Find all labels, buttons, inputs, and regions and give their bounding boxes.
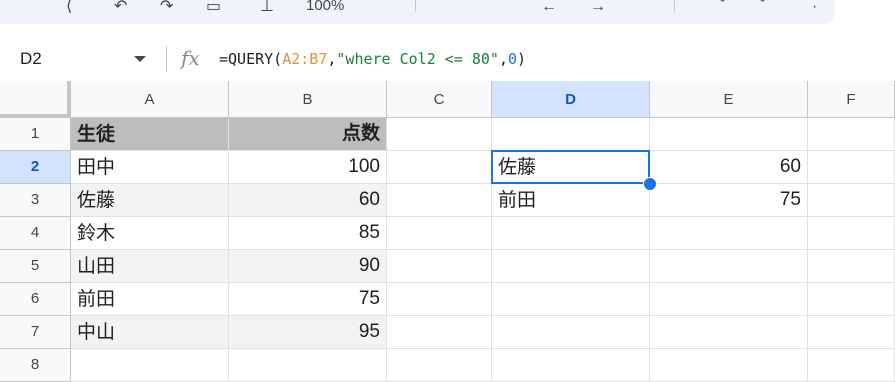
row-header-5[interactable]: 5 [0, 250, 71, 283]
cell-a2[interactable]: 田中 [71, 151, 229, 184]
row-header-7[interactable]: 7 [0, 316, 71, 349]
spreadsheet-grid[interactable]: A B C D E F 1 生徒 点数 2 田中 100 佐藤 60 3 佐藤 60 前田 75 4 鈴木 85 5 山田 90… [0, 81, 895, 382]
formula-bar: D2 fx =QUERY(A2:B7,"where Col2 <= 80",0) [0, 37, 895, 82]
cell-d2[interactable]: 佐藤 [492, 151, 650, 184]
more-icon[interactable]: · [812, 0, 817, 14]
cell-f4[interactable] [808, 217, 895, 250]
cell-b4[interactable]: 85 [229, 217, 387, 250]
formula-number: 0 [508, 50, 518, 68]
font-size-decrease-icon[interactable]: ˇ [720, 0, 725, 14]
cell-d1[interactable] [492, 118, 650, 151]
cell-f6[interactable] [808, 283, 895, 316]
column-header-b[interactable]: B [229, 81, 387, 118]
formula-prefix: =QUERY( [219, 50, 283, 68]
cell-b6[interactable]: 75 [229, 283, 387, 316]
cell-f3[interactable] [808, 184, 895, 217]
cell-f1[interactable] [808, 118, 895, 151]
row-header-3[interactable]: 3 [0, 184, 71, 217]
decrease-decimal-icon[interactable]: ← [541, 0, 557, 14]
select-all-corner[interactable] [0, 81, 71, 118]
cell-c1[interactable] [387, 118, 492, 151]
cell-e3[interactable]: 75 [650, 184, 808, 217]
column-header-d[interactable]: D [492, 81, 650, 118]
cell-b2[interactable]: 100 [229, 151, 387, 184]
row-header-6[interactable]: 6 [0, 283, 71, 316]
cell-c3[interactable] [387, 184, 492, 217]
paint-format-icon[interactable]: ⊥ [260, 0, 274, 14]
fill-handle[interactable] [643, 177, 657, 191]
cell-a7[interactable]: 中山 [71, 316, 229, 349]
name-box[interactable]: D2 [20, 49, 42, 69]
print-icon[interactable]: ▭ [206, 0, 221, 14]
column-header-f[interactable]: F [808, 81, 895, 118]
cell-e8[interactable] [650, 349, 808, 382]
cell-e5[interactable] [650, 250, 808, 283]
formula-input[interactable]: =QUERY(A2:B7,"where Col2 <= 80",0) [219, 50, 526, 68]
column-header-e[interactable]: E [650, 81, 808, 118]
cell-c6[interactable] [387, 283, 492, 316]
cell-a5[interactable]: 山田 [71, 250, 229, 283]
formula-suffix: ) [517, 50, 527, 68]
chevron-down-icon[interactable] [134, 56, 146, 62]
cell-d3[interactable]: 前田 [492, 184, 650, 217]
cell-d4[interactable] [492, 217, 650, 250]
cell-f7[interactable] [808, 316, 895, 349]
cell-b3[interactable]: 60 [229, 184, 387, 217]
row-header-2[interactable]: 2 [0, 151, 71, 184]
row-header-1[interactable]: 1 [0, 118, 71, 151]
cell-e7[interactable] [650, 316, 808, 349]
search-menus-icon[interactable]: ⟨ [66, 0, 72, 14]
cell-c5[interactable] [387, 250, 492, 283]
cell-b5[interactable]: 90 [229, 250, 387, 283]
cell-a3[interactable]: 佐藤 [71, 184, 229, 217]
cell-a8[interactable] [71, 349, 229, 382]
increase-decimal-icon[interactable]: → [590, 0, 606, 14]
cell-c4[interactable] [387, 217, 492, 250]
toolbar-divider [415, 0, 416, 12]
cell-e6[interactable] [650, 283, 808, 316]
column-header-a[interactable]: A [71, 81, 229, 118]
formula-string: "where Col2 <= 80" [336, 50, 499, 68]
cell-d6[interactable] [492, 283, 650, 316]
cell-e1[interactable] [650, 118, 808, 151]
redo-icon[interactable]: ↷ [160, 0, 173, 14]
cell-b1[interactable]: 点数 [229, 118, 387, 151]
cell-a1[interactable]: 生徒 [71, 118, 229, 151]
fx-icon: fx [181, 46, 200, 70]
cell-e4[interactable] [650, 217, 808, 250]
cell-a4[interactable]: 鈴木 [71, 217, 229, 250]
cell-f5[interactable] [808, 250, 895, 283]
row-header-4[interactable]: 4 [0, 217, 71, 250]
toolbar: ⟨ ↶ ↷ ▭ ⊥ 100% ← → ˇ ˇ · [0, 0, 895, 37]
column-header-c[interactable]: C [387, 81, 492, 118]
cell-c2[interactable] [387, 151, 492, 184]
formula-comma: , [498, 50, 508, 68]
toolbar-divider [674, 0, 675, 12]
cell-e2[interactable]: 60 [650, 151, 808, 184]
cell-f8[interactable] [808, 349, 895, 382]
row-header-8[interactable]: 8 [0, 349, 71, 382]
cell-d7[interactable] [492, 316, 650, 349]
cell-c7[interactable] [387, 316, 492, 349]
formula-bar-divider [166, 46, 167, 72]
font-size-increase-icon[interactable]: ˇ [760, 0, 765, 14]
formula-range: A2:B7 [282, 50, 328, 68]
cell-a6[interactable]: 前田 [71, 283, 229, 316]
cell-f2[interactable] [808, 151, 895, 184]
undo-icon[interactable]: ↶ [114, 0, 127, 14]
cell-d5[interactable] [492, 250, 650, 283]
cell-b7[interactable]: 95 [229, 316, 387, 349]
cell-c8[interactable] [387, 349, 492, 382]
cell-b8[interactable] [229, 349, 387, 382]
zoom-select[interactable]: 100% [306, 0, 344, 11]
cell-d8[interactable] [492, 349, 650, 382]
